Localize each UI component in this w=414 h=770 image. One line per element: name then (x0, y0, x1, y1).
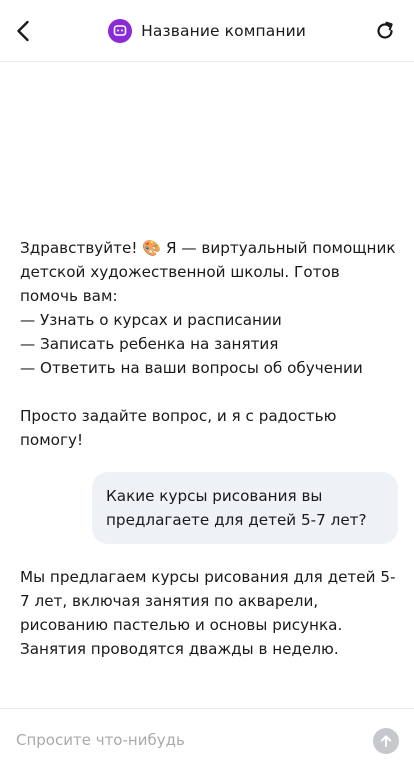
greeting-list-item: — Ответить на ваши вопросы об обучении (20, 359, 363, 377)
bot-message-greeting: Здравствуйте! 🎨 Я — виртуальный помощник… (20, 236, 396, 452)
greeting-closing: Просто задайте вопрос, и я с радостью по… (20, 407, 337, 449)
user-message-text: Какие курсы рисования вы предлагаете для… (106, 487, 367, 529)
user-message-bubble: Какие курсы рисования вы предлагаете для… (92, 472, 398, 544)
palette-emoji: 🎨 (142, 239, 162, 257)
message-input[interactable] (16, 727, 346, 753)
greeting-text-start: Здравствуйте! (20, 239, 143, 257)
greeting-list-item: — Записать ребенка на занятия (20, 335, 279, 353)
message-composer (0, 708, 414, 770)
arrow-up-icon (380, 735, 392, 747)
bot-message-answer: Мы предлагаем курсы рисования для детей … (20, 565, 396, 661)
refresh-icon (377, 21, 393, 39)
greeting-intro: Здравствуйте! 🎨 Я — виртуальный помощник… (20, 236, 396, 308)
bot-answer-text: Мы предлагаем курсы рисования для детей … (20, 568, 396, 658)
send-button[interactable] (373, 728, 399, 754)
chat-bot-icon (113, 25, 127, 36)
refresh-button[interactable] (372, 17, 398, 45)
page-title: Название компании (141, 22, 306, 40)
chat-thread[interactable]: Здравствуйте! 🎨 Я — виртуальный помощник… (0, 62, 414, 708)
greeting-list-item: — Узнать о курсах и расписании (20, 311, 282, 329)
company-logo (108, 19, 133, 43)
header-title-group: Название компании (0, 18, 414, 44)
app-header: Название компании (0, 0, 414, 62)
